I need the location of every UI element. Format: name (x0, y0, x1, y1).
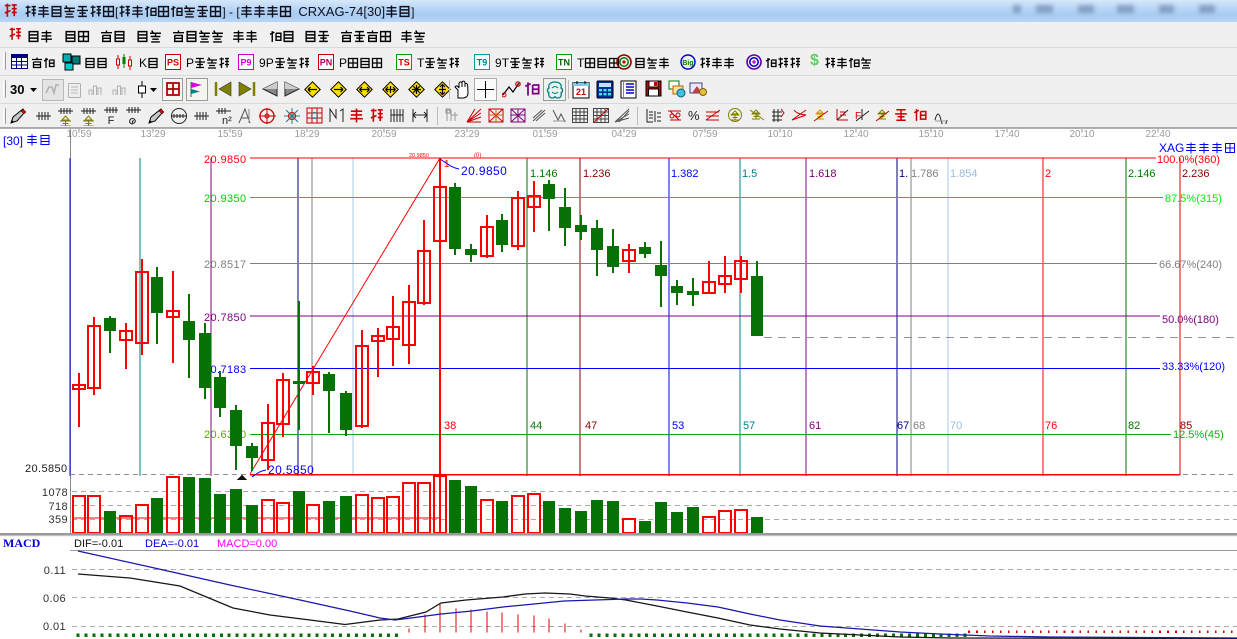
svg-text:[30]: [30] (3, 134, 23, 148)
svg-text:50.0%(180): 50.0%(180) (1162, 314, 1219, 326)
svg-text:67: 67 (897, 420, 909, 432)
svg-text:1.5: 1.5 (742, 168, 757, 180)
svg-text:61: 61 (809, 420, 821, 432)
svg-text:66.67%(240): 66.67%(240) (1159, 259, 1222, 271)
svg-text:70: 70 (950, 420, 962, 432)
svg-text:n²: n² (222, 115, 232, 125)
svg-text:Big: Big (682, 60, 693, 67)
svg-text:87.5%(315): 87.5%(315) (1165, 193, 1222, 205)
svg-text:20.5850: 20.5850 (268, 463, 314, 477)
svg-text:21: 21 (576, 87, 586, 97)
svg-text:T9: T9 (477, 58, 488, 68)
svg-text:68: 68 (913, 420, 925, 432)
svg-text:20.9350: 20.9350 (204, 193, 247, 205)
svg-text:100.0%(360): 100.0%(360) (1157, 154, 1220, 166)
svg-text:0.11: 0.11 (44, 565, 66, 577)
svg-text:82: 82 (1128, 420, 1140, 432)
svg-text:1.854: 1.854 (950, 168, 978, 180)
svg-text:F: F (108, 115, 115, 126)
svg-text:47: 47 (585, 420, 597, 432)
svg-text:DIF=-0.01: DIF=-0.01 (74, 538, 123, 550)
svg-text:1.382: 1.382 (671, 168, 699, 180)
svg-text:718: 718 (48, 501, 68, 513)
svg-text:20.7850: 20.7850 (204, 312, 247, 324)
svg-text:33.33%(120): 33.33%(120) (1162, 361, 1225, 373)
svg-text:20.5850: 20.5850 (25, 463, 68, 475)
svg-text:76: 76 (1045, 420, 1057, 432)
svg-text:1078: 1078 (42, 487, 68, 499)
svg-text:MACD=0.00: MACD=0.00 (217, 538, 277, 550)
svg-text:PS: PS (167, 58, 179, 68)
svg-text:2: 2 (1045, 168, 1051, 180)
svg-text:1.786: 1.786 (911, 168, 939, 180)
svg-text:85: 85 (1180, 420, 1192, 432)
svg-text:P9: P9 (240, 58, 251, 68)
svg-text:20.9850: 20.9850 (204, 154, 247, 166)
svg-text:MACD: MACD (3, 536, 41, 550)
svg-text:0.01: 0.01 (43, 621, 66, 633)
svg-text:20.9850: 20.9850 (461, 164, 507, 178)
svg-text:1.236: 1.236 (583, 168, 611, 180)
svg-text:XAG: XAG (1159, 141, 1184, 155)
svg-text:PN: PN (320, 58, 333, 68)
svg-text:F: F (855, 111, 861, 122)
svg-text:1.: 1. (899, 168, 908, 180)
svg-text:20.8517: 20.8517 (204, 259, 247, 271)
svg-text:53: 53 (672, 420, 684, 432)
svg-text:TN: TN (558, 58, 570, 68)
svg-text:359: 359 (48, 514, 68, 526)
svg-text:1.618: 1.618 (809, 168, 837, 180)
svg-text:TS: TS (398, 58, 410, 68)
svg-text:38: 38 (444, 420, 456, 432)
svg-text:44: 44 (530, 420, 542, 432)
svg-text:1.146: 1.146 (530, 168, 558, 180)
svg-text:2.146: 2.146 (1128, 168, 1156, 180)
svg-text:2.236: 2.236 (1182, 168, 1210, 180)
svg-text:57: 57 (743, 420, 755, 432)
svg-text:0.06: 0.06 (43, 593, 66, 605)
svg-text:20.9850: 20.9850 (409, 153, 429, 159)
svg-text:(0): (0) (474, 153, 481, 159)
svg-text:DEA=-0.01: DEA=-0.01 (145, 538, 199, 550)
